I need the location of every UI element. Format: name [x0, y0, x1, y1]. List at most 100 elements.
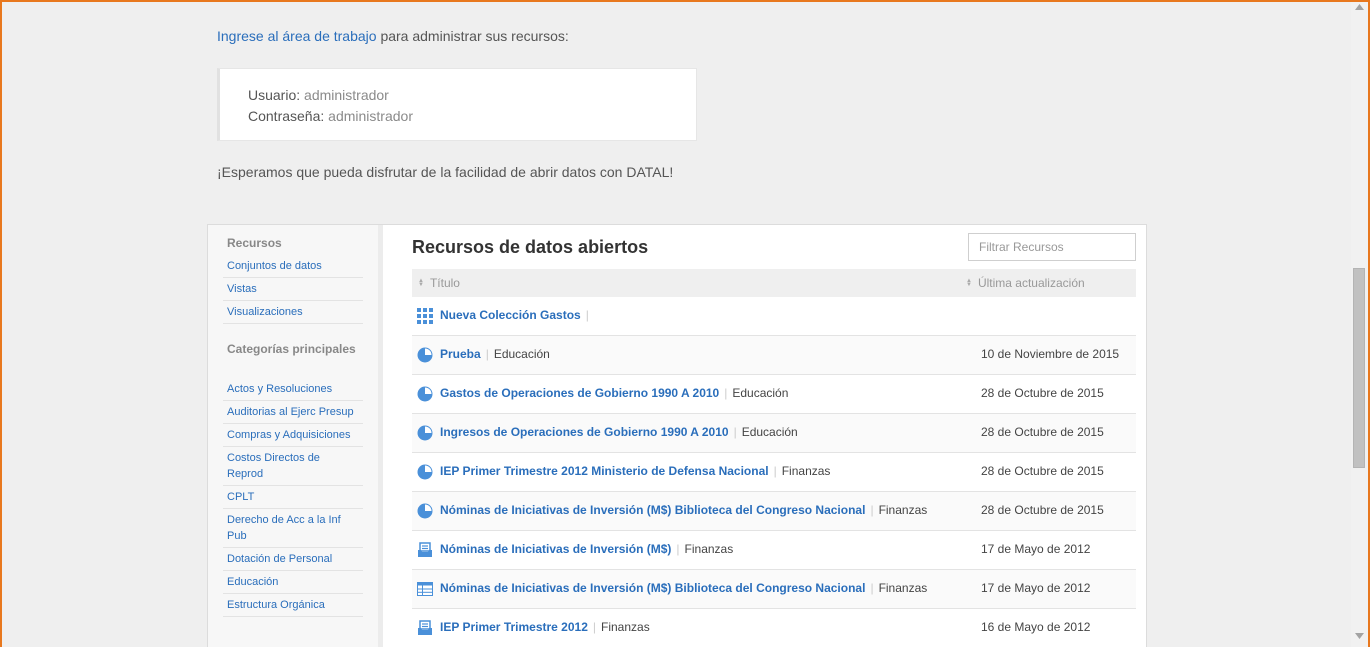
sidebar-item[interactable]: Actos y Resoluciones: [223, 378, 363, 401]
pie-chart-icon: [417, 464, 433, 480]
table-row: IEP Primer Trimestre 2012 Ministerio de …: [412, 453, 1136, 492]
sidebar: Recursos Conjuntos de datos Vistas Visuali…: [208, 225, 383, 647]
table-row: Nóminas de Iniciativas de Inversión (M$)…: [412, 570, 1136, 609]
category-label: Finanzas: [601, 620, 650, 634]
sidebar-item[interactable]: Costos Directos de Reprod: [223, 447, 363, 486]
row-title: Nóminas de Iniciativas de Inversión (M$)…: [440, 503, 927, 517]
sidebar-item[interactable]: Compras y Adquisiciones: [223, 424, 363, 447]
separator: |: [733, 425, 737, 439]
row-title: IEP Primer Trimestre 2012 | Finanzas: [440, 620, 650, 634]
resources-table: Nueva Colección Gastos | Prueba | Educación 1…: [412, 297, 1136, 647]
table-row: Ingresos de Operaciones de Gobierno 1990…: [412, 414, 1136, 453]
sidebar-item[interactable]: CPLT: [223, 486, 363, 509]
password-label: Contraseña:: [248, 108, 325, 124]
updated-date: 28 de Octubre de 2015: [981, 425, 1104, 439]
resource-link[interactable]: Nóminas de Iniciativas de Inversión (M$): [440, 542, 671, 556]
separator: |: [676, 542, 680, 556]
category-label: Educación: [493, 347, 550, 361]
pie-chart-icon: [417, 503, 433, 519]
resources-panel: Recursos Conjuntos de datos Vistas Visuali…: [207, 224, 1147, 647]
categories-heading: Categorías principales: [227, 342, 356, 356]
category-label: Educación: [732, 386, 789, 400]
pie-chart-icon: [417, 347, 433, 363]
column-updated[interactable]: ▲ ▼ Última actualización: [966, 276, 1085, 290]
column-title[interactable]: ▲ ▼ Título: [418, 276, 460, 290]
category-label: Finanzas: [878, 503, 928, 517]
sidebar-item[interactable]: Educación: [223, 571, 363, 594]
enjoy-text: ¡Esperamos que pueda disfrutar de la fac…: [217, 164, 674, 180]
dataset-tray-icon: [417, 542, 433, 558]
sidebar-item[interactable]: Conjuntos de datos: [223, 255, 363, 278]
table-row: Nóminas de Iniciativas de Inversión (M$)…: [412, 492, 1136, 531]
sort-icon: ▲ ▼: [966, 278, 972, 288]
main-content: Recursos de datos abiertos ▲▼ Título ▲▼ …: [412, 225, 1136, 647]
resource-link[interactable]: Ingresos de Operaciones de Gobierno 1990…: [440, 425, 729, 439]
row-title: Gastos de Operaciones de Gobierno 1990 A…: [440, 386, 788, 400]
resource-link[interactable]: Nueva Colección Gastos: [440, 308, 581, 322]
sidebar-item[interactable]: Vistas: [223, 278, 363, 301]
category-label: Finanzas: [781, 464, 831, 478]
sidebar-item[interactable]: Derecho de Acc a la Inf Pub: [223, 509, 363, 548]
sort-icon: ▲ ▼: [418, 278, 424, 288]
resources-heading: Recursos: [227, 236, 282, 250]
column-updated-label: Última actualización: [977, 276, 1085, 290]
scroll-down-arrow-icon[interactable]: [1355, 633, 1364, 639]
updated-date: 10 de Noviembre de 2015: [981, 347, 1120, 361]
row-title: Ingresos de Operaciones de Gobierno 1990…: [440, 425, 798, 439]
table-row: Prueba | Educación 10 de Noviembre de 2015: [412, 336, 1136, 375]
resources-list: Conjuntos de datos Vistas Visualizaciones: [223, 255, 363, 324]
category-label: Educación: [741, 425, 798, 439]
workspace-link[interactable]: Ingrese al área de trabajo: [217, 28, 377, 44]
intro-text: Ingrese al área de trabajo para administ…: [217, 28, 569, 44]
intro-rest: para administrar sus recursos:: [376, 28, 569, 44]
updated-date: 16 de Mayo de 2012: [981, 620, 1091, 634]
sidebar-item[interactable]: Auditorias al Ejerc Presup: [223, 401, 363, 424]
separator: |: [592, 620, 596, 634]
resource-link[interactable]: Nóminas de Iniciativas de Inversión (M$)…: [440, 503, 865, 517]
resource-link[interactable]: Nóminas de Iniciativas de Inversión (M$)…: [440, 581, 865, 595]
sidebar-item[interactable]: Visualizaciones: [223, 301, 363, 324]
page-title: Recursos de datos abiertos: [412, 237, 649, 257]
row-title: Nueva Colección Gastos |: [440, 308, 594, 322]
scroll-up-arrow-icon[interactable]: [1355, 4, 1364, 10]
row-title: IEP Primer Trimestre 2012 Ministerio de …: [440, 464, 830, 478]
resource-link[interactable]: Gastos de Operaciones de Gobierno 1990 A…: [440, 386, 719, 400]
categories-list: Actos y Resoluciones Auditorias al Ejerc …: [223, 378, 363, 617]
sidebar-item[interactable]: Estructura Orgánica: [223, 594, 363, 617]
credentials-box: Usuario: administrador Contraseña: admin…: [217, 68, 697, 141]
resource-link[interactable]: IEP Primer Trimestre 2012: [440, 620, 588, 634]
grid-icon: [417, 308, 433, 324]
user-line: Usuario: administrador: [248, 85, 696, 106]
updated-date: 17 de Mayo de 2012: [981, 581, 1091, 595]
table-icon: [417, 581, 433, 597]
resource-link[interactable]: IEP Primer Trimestre 2012 Ministerio de …: [440, 464, 769, 478]
user-value: administrador: [304, 87, 389, 103]
separator: |: [870, 581, 874, 595]
separator: |: [870, 503, 874, 517]
scroll-thumb[interactable]: [1353, 268, 1365, 468]
updated-date: 28 de Octubre de 2015: [981, 464, 1104, 478]
row-title: Nóminas de Iniciativas de Inversión (M$)…: [440, 581, 927, 595]
updated-date: 28 de Octubre de 2015: [981, 386, 1104, 400]
password-line: Contraseña: administrador: [248, 106, 696, 127]
separator: |: [773, 464, 777, 478]
sidebar-item[interactable]: Dotación de Personal: [223, 548, 363, 571]
resource-link[interactable]: Prueba: [440, 347, 481, 361]
filter-resources-input[interactable]: [968, 233, 1136, 261]
vertical-scrollbar[interactable]: [1351, 0, 1368, 647]
password-value: administrador: [328, 108, 413, 124]
separator: |: [724, 386, 728, 400]
row-title: Nóminas de Iniciativas de Inversión (M$)…: [440, 542, 733, 556]
updated-date: 17 de Mayo de 2012: [981, 542, 1091, 556]
separator: |: [585, 308, 589, 322]
table-row: Nueva Colección Gastos |: [412, 297, 1136, 336]
category-label: Finanzas: [878, 581, 928, 595]
dataset-tray-icon: [417, 620, 433, 636]
column-title-label: Título: [429, 276, 460, 290]
updated-date: 28 de Octubre de 2015: [981, 503, 1104, 517]
category-label: Finanzas: [684, 542, 734, 556]
separator: |: [485, 347, 489, 361]
pie-chart-icon: [417, 386, 433, 402]
row-title: Prueba | Educación: [440, 347, 550, 361]
pie-chart-icon: [417, 425, 433, 441]
